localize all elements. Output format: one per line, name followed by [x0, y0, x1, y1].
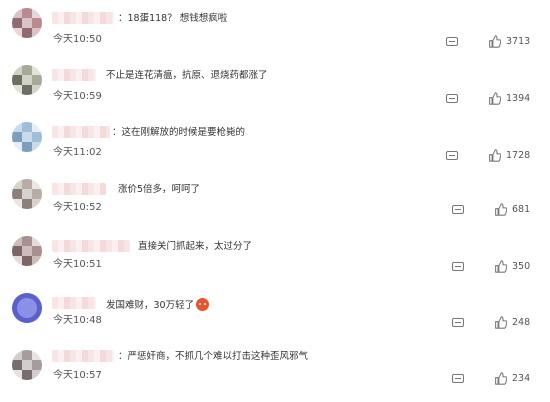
username-blurred[interactable] — [52, 297, 96, 309]
comment-text: ：严惩奸商，不抓几个难以打击这种歪风邪气 — [118, 351, 309, 362]
comment-time: 今天10:50 — [53, 34, 102, 45]
reply-icon[interactable] — [446, 37, 458, 46]
avatar[interactable] — [12, 236, 42, 266]
comment-time: 今天10:57 — [53, 370, 102, 381]
like-count: 234 — [512, 373, 531, 384]
like-count: 350 — [512, 261, 531, 272]
reply-icon[interactable] — [446, 94, 458, 103]
reply-icon[interactable] — [452, 374, 464, 383]
avatar[interactable] — [12, 293, 42, 323]
comment-time: 今天10:52 — [53, 202, 102, 213]
thumbs-up-icon — [489, 35, 501, 48]
reply-icon[interactable] — [452, 262, 464, 271]
like-count: 1728 — [506, 150, 531, 161]
reply-icon[interactable] — [452, 205, 464, 214]
username-blurred[interactable] — [52, 350, 114, 362]
reply-icon[interactable] — [446, 151, 458, 160]
thumbs-up-icon — [495, 316, 507, 329]
comment-text: 涨价5倍多，呵呵了 — [118, 184, 201, 195]
thumbs-up-icon — [489, 149, 501, 162]
username-blurred[interactable] — [52, 183, 106, 195]
thumbs-up-icon — [495, 203, 507, 216]
comment-text-body: 发国难财，30万轻了 — [106, 300, 195, 311]
comment-text: ：这在刚解放的时候是要枪毙的 — [112, 127, 246, 138]
comment-time: 今天10:51 — [53, 259, 102, 270]
comment-text: ：18蛋118？ 想钱想疯啦 — [118, 13, 228, 24]
thumbs-up-icon — [489, 92, 501, 105]
comment-text: 发国难财，30万轻了 — [106, 298, 210, 312]
username-blurred[interactable] — [52, 240, 130, 252]
reply-icon[interactable] — [452, 318, 464, 327]
like-count: 3713 — [506, 36, 531, 47]
thumbs-up-icon — [495, 372, 507, 385]
angry-emoji-icon — [196, 298, 210, 311]
username-blurred[interactable] — [52, 69, 96, 81]
username-blurred[interactable] — [52, 126, 110, 138]
like-count: 681 — [512, 204, 531, 215]
comment-text: 不止是连花清瘟，抗原、退烧药都涨了 — [106, 70, 268, 81]
like-count: 248 — [512, 317, 531, 328]
comment-time: 今天10:48 — [53, 315, 102, 326]
comment-text: 直接关门抓起来，太过分了 — [138, 241, 253, 252]
avatar[interactable] — [12, 65, 42, 95]
avatar[interactable] — [12, 122, 42, 152]
comment-time: 今天10:59 — [53, 91, 102, 102]
comment-time: 今天11:02 — [53, 147, 102, 158]
username-blurred[interactable] — [52, 12, 114, 24]
like-count: 1394 — [506, 93, 531, 104]
avatar[interactable] — [12, 179, 42, 209]
avatar[interactable] — [12, 350, 42, 380]
thumbs-up-icon — [495, 260, 507, 273]
avatar[interactable] — [12, 8, 42, 38]
